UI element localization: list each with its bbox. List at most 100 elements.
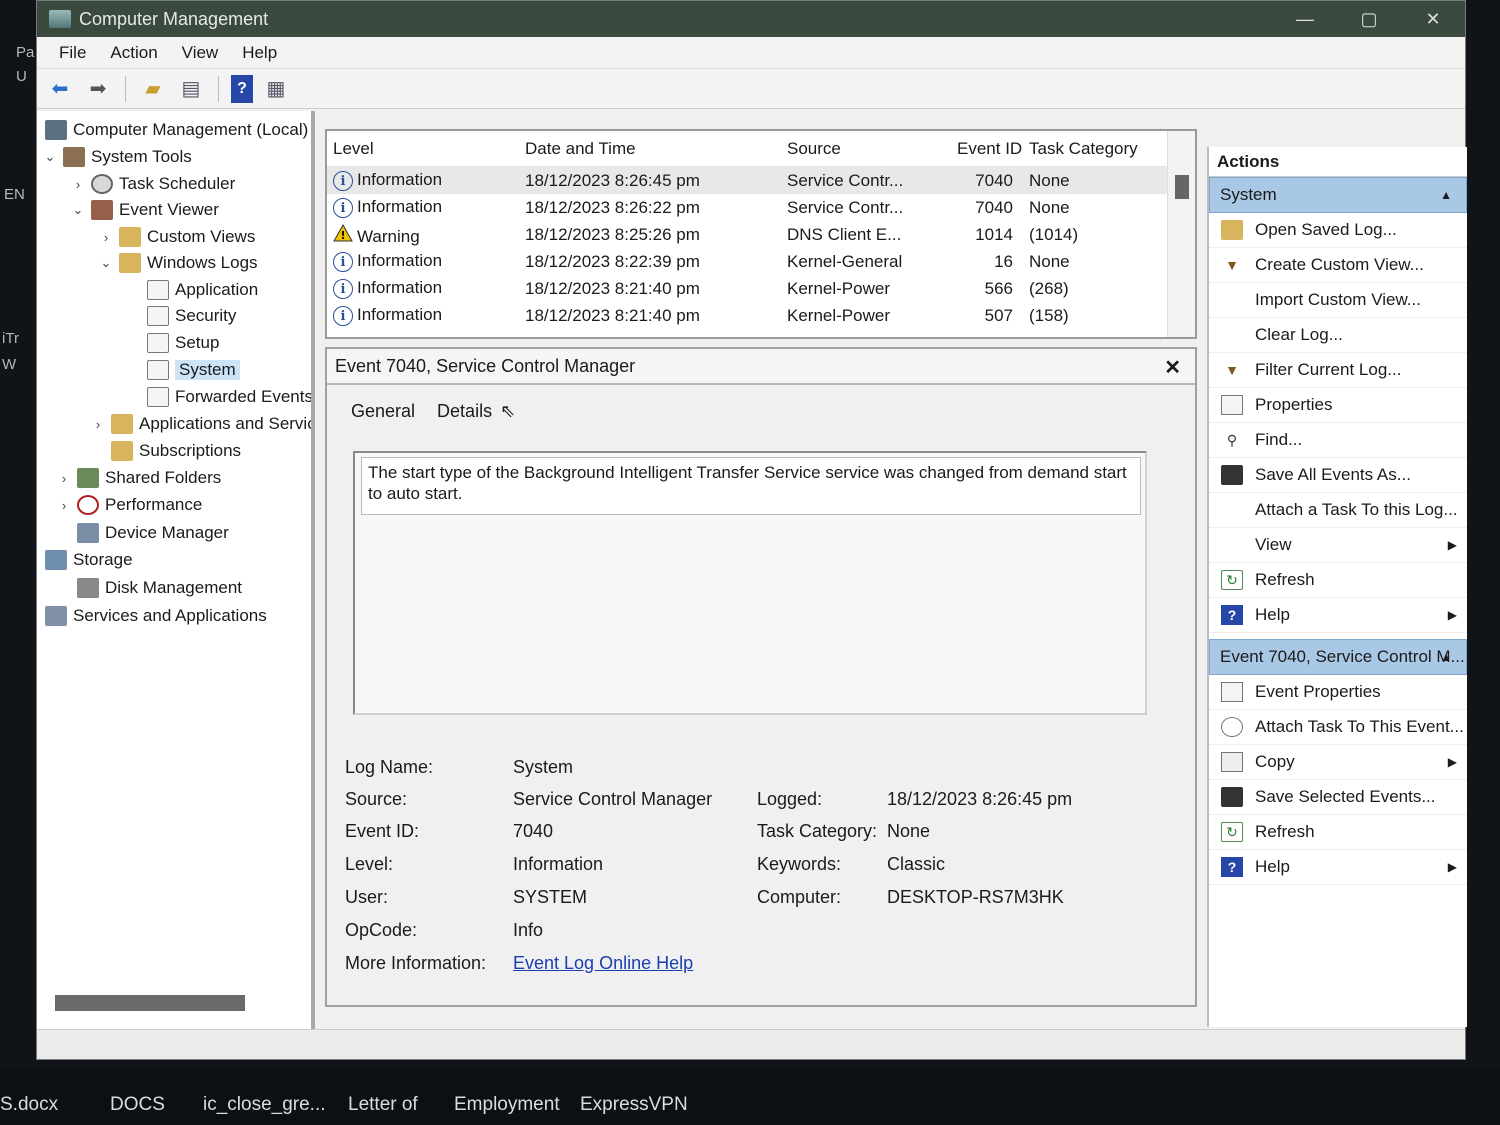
action-open-saved-log[interactable]: Open Saved Log... [1209,213,1467,248]
menu-view[interactable]: View [170,43,231,63]
tree-item-subscriptions[interactable]: Subscriptions [107,438,241,464]
actions-group-system[interactable]: System ▲ [1209,177,1467,213]
column-header-event-id[interactable]: Event ID [951,139,1023,159]
action-attach-task-to-event[interactable]: Attach Task To This Event... [1209,710,1467,745]
column-header-source[interactable]: Source [781,139,951,159]
action-save-selected-events[interactable]: Save Selected Events... [1209,780,1467,815]
tree-item-custom-views[interactable]: › Custom Views [97,224,255,250]
column-header-date[interactable]: Date and Time [519,139,781,159]
tree-item-forwarded-events[interactable]: Forwarded Events [143,384,311,410]
help-icon[interactable]: ? [231,74,253,103]
chevron-down-icon[interactable]: ⌄ [69,202,87,218]
chevron-down-icon[interactable]: ⌄ [97,255,115,271]
taskbar-item-employment[interactable]: Employment [454,1094,560,1116]
value-logged[interactable]: 18/12/2023 8:26:45 pm [887,789,1072,810]
chevron-right-icon[interactable]: › [37,609,41,624]
tree-item-disk-management[interactable]: Disk Management [73,575,242,601]
taskbar-item-ic-close[interactable]: ic_close_gre... [203,1094,326,1116]
tree-item-shared-folders[interactable]: › Shared Folders [55,465,221,491]
tab-general[interactable]: General [351,401,415,422]
tree-item-windows-logs[interactable]: ⌄ Windows Logs [97,250,258,276]
action-attach-task-to-log[interactable]: Attach a Task To this Log... [1209,493,1467,528]
tree-item-services-and-applications[interactable]: › Services and Applications [37,603,267,629]
chevron-down-icon[interactable]: ⌄ [37,552,41,568]
action-view[interactable]: View ▶ [1209,528,1467,563]
scrollbar-thumb[interactable] [1175,175,1189,199]
action-properties[interactable]: Properties [1209,388,1467,423]
action-help[interactable]: ? Help ▶ [1209,598,1467,633]
action-import-custom-view[interactable]: Import Custom View... [1209,283,1467,318]
chevron-right-icon[interactable]: › [55,498,73,513]
menu-file[interactable]: File [47,43,98,63]
tree-item-event-viewer[interactable]: ⌄ Event Viewer [69,197,219,223]
value-event-id[interactable]: 7040 [513,821,553,842]
action-help-event[interactable]: ? Help ▶ [1209,850,1467,885]
action-clear-log[interactable]: Clear Log... [1209,318,1467,353]
chevron-down-icon[interactable]: ⌄ [41,149,59,165]
column-header-task-category[interactable]: Task Category [1023,139,1153,159]
tree-item-device-manager[interactable]: Device Manager [73,520,229,546]
tree-item-performance[interactable]: › Performance [55,492,202,518]
tree-item-computer-management[interactable]: Computer Management (Local) [41,117,308,143]
action-refresh[interactable]: ↻ Refresh [1209,563,1467,598]
up-folder-icon[interactable]: ▰ [138,75,168,103]
title-bar[interactable]: Computer Management — ▢ ✕ [37,1,1465,37]
value-user[interactable]: SYSTEM [513,887,587,908]
taskbar-item-letter-of[interactable]: Letter of [348,1094,418,1116]
menu-action[interactable]: Action [98,43,169,63]
value-computer[interactable]: DESKTOP-RS7M3HK [887,887,1064,908]
action-save-all-events-as[interactable]: Save All Events As... [1209,458,1467,493]
table-row[interactable]: i Information 18/12/2023 8:21:40 pm Kerne… [327,275,1195,302]
chevron-right-icon[interactable]: › [69,177,87,192]
show-hide-tree-icon[interactable]: ▤ [176,75,206,103]
value-level[interactable]: Information [513,854,603,875]
event-log-online-help-link[interactable]: Event Log Online Help [513,953,693,974]
taskbar-item-docs[interactable]: DOCS [110,1094,165,1116]
chevron-right-icon[interactable]: › [89,417,107,432]
action-find[interactable]: ⚲ Find... [1209,423,1467,458]
back-arrow-icon[interactable]: ⬅ [45,75,75,103]
action-filter-current-log[interactable]: ▼ Filter Current Log... [1209,353,1467,388]
collapse-up-icon[interactable]: ▲ [1440,188,1452,202]
tree-item-applications-and-services-logs[interactable]: › Applications and Services Logs [89,411,311,437]
tree-item-application[interactable]: Application [143,277,258,303]
value-task-category[interactable]: None [887,821,930,842]
action-create-custom-view[interactable]: ▼ Create Custom View... [1209,248,1467,283]
taskbar-item-docx[interactable]: S.docx [0,1094,58,1116]
tree-item-system-tools[interactable]: ⌄ System Tools [41,144,192,170]
forward-arrow-icon[interactable]: ➡ [83,75,113,103]
action-copy[interactable]: Copy ▶ [1209,745,1467,780]
column-header-level[interactable]: Level [327,139,519,159]
tree-item-security[interactable]: Security [143,303,236,329]
tree-item-task-scheduler[interactable]: › Task Scheduler [69,171,235,197]
tree-item-setup[interactable]: Setup [143,330,219,356]
table-row[interactable]: i Information 18/12/2023 8:26:45 pm Servi… [327,167,1195,194]
event-description[interactable]: The start type of the Background Intelli… [361,457,1141,515]
table-row[interactable]: i Information 18/12/2023 8:21:40 pm Kerne… [327,302,1195,329]
tree-item-system[interactable]: System [143,357,240,383]
tab-details[interactable]: Details [437,401,492,422]
event-list-vertical-scrollbar[interactable] [1167,131,1195,337]
taskbar-item-expressvpn[interactable]: ExpressVPN [580,1094,688,1116]
chevron-right-icon[interactable]: › [97,230,115,245]
chevron-right-icon[interactable]: › [55,471,73,486]
tree-horizontal-scrollbar[interactable] [55,995,245,1011]
value-source[interactable]: Service Control Manager [513,789,712,810]
close-icon[interactable]: ✕ [1164,355,1181,380]
table-row[interactable]: i Information 18/12/2023 8:22:39 pm Kerne… [327,248,1195,275]
value-keywords[interactable]: Classic [887,854,945,875]
menu-help[interactable]: Help [230,43,289,63]
table-row[interactable]: ! Warning 18/12/2023 8:25:26 pm DNS Clien… [327,221,1195,248]
maximize-button[interactable]: ▢ [1337,9,1401,30]
tree-item-storage[interactable]: ⌄ Storage [37,547,133,573]
collapse-up-icon[interactable]: ▲ [1440,650,1452,664]
action-event-properties[interactable]: Event Properties [1209,675,1467,710]
actions-group-event[interactable]: Event 7040, Service Control M... ▲ [1209,639,1467,675]
value-opcode[interactable]: Info [513,920,543,941]
show-hide-action-pane-icon[interactable]: ▦ [261,75,291,103]
close-button[interactable]: ✕ [1401,9,1465,30]
minimize-button[interactable]: — [1273,9,1337,30]
table-row[interactable]: i Information 18/12/2023 8:26:22 pm Servi… [327,194,1195,221]
value-log-name[interactable]: System [513,757,573,778]
action-refresh-event[interactable]: ↻ Refresh [1209,815,1467,850]
